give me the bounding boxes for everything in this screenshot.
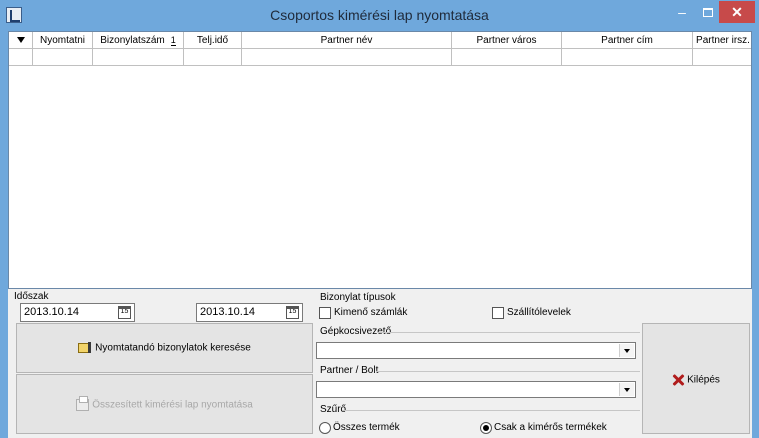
column-header-print[interactable]: Nyomtatni <box>33 32 93 49</box>
row-indicator-header[interactable] <box>9 32 33 49</box>
document-grid[interactable]: Nyomtatni Bizonylatszám 1 Telj.idő Partne… <box>8 31 752 289</box>
driver-select[interactable] <box>316 342 636 359</box>
delivery-notes-checkbox[interactable] <box>492 307 504 319</box>
table-cell[interactable] <box>33 49 93 66</box>
doc-types-label: Bizonylat típusok <box>320 292 396 303</box>
exit-label: Kilépés <box>687 374 720 386</box>
column-header-doc-number-label: Bizonylatszám <box>100 35 165 46</box>
column-header-fulfillment-date[interactable]: Telj.idő <box>184 32 242 49</box>
table-cell[interactable] <box>184 49 242 66</box>
table-cell[interactable] <box>693 49 751 66</box>
outgoing-invoices-checkbox[interactable] <box>319 307 331 319</box>
calendar-icon[interactable]: 15 <box>286 306 299 319</box>
calendar-icon[interactable]: 15 <box>118 306 131 319</box>
date-from-field[interactable]: 2013.10.14 15 <box>20 303 135 322</box>
print-summary-button[interactable]: Összesített kimérési lap nyomtatása <box>16 374 313 434</box>
divider <box>378 332 640 333</box>
search-icon <box>78 342 92 354</box>
sort-ascending-icon: 1 <box>170 35 176 46</box>
partner-label: Partner / Bolt <box>320 365 379 376</box>
row-indicator-cell <box>9 49 33 66</box>
column-header-partner-zip[interactable]: Partner irsz. <box>693 32 751 49</box>
grid-header: Nyomtatni Bizonylatszám 1 Telj.idő Partne… <box>9 32 751 49</box>
date-to-value: 2013.10.14 <box>200 306 256 318</box>
chevron-down-icon[interactable] <box>619 344 634 357</box>
divider <box>376 371 640 372</box>
grid-empty-area <box>9 67 751 288</box>
measured-products-label[interactable]: Csak a kimérős termékek <box>494 422 607 433</box>
window-title: Csoportos kimérési lap nyomtatása <box>270 7 489 23</box>
main-window: Csoportos kimérési lap nyomtatása – ✕ Ny… <box>0 0 759 438</box>
column-header-partner-name[interactable]: Partner név <box>242 32 452 49</box>
bottom-panel: Időszak 2013.10.14 15 2013.10.14 15 Bizo… <box>8 289 752 438</box>
partner-select[interactable] <box>316 381 636 398</box>
all-products-label[interactable]: Összes termék <box>333 422 400 433</box>
outgoing-invoices-label[interactable]: Kimenő számlák <box>334 307 407 318</box>
search-documents-label: Nyomtatandó bizonylatok keresése <box>95 342 251 354</box>
table-row[interactable] <box>9 49 751 66</box>
exit-button[interactable]: Kilépés <box>642 323 750 434</box>
title-bar: Csoportos kimérési lap nyomtatása – ✕ <box>0 0 759 31</box>
column-header-doc-number[interactable]: Bizonylatszám 1 <box>93 32 184 49</box>
table-cell[interactable] <box>242 49 452 66</box>
table-cell[interactable] <box>562 49 693 66</box>
measured-products-radio[interactable] <box>480 422 492 434</box>
dropdown-arrow-icon <box>16 37 25 44</box>
date-to-field[interactable]: 2013.10.14 15 <box>196 303 303 322</box>
close-button[interactable]: ✕ <box>719 1 755 23</box>
date-from-value: 2013.10.14 <box>24 306 80 318</box>
table-cell[interactable] <box>452 49 562 66</box>
column-header-partner-city[interactable]: Partner város <box>452 32 562 49</box>
maximize-icon <box>703 8 713 17</box>
all-products-radio[interactable] <box>319 422 331 434</box>
column-header-partner-address[interactable]: Partner cím <box>562 32 693 49</box>
search-documents-button[interactable]: Nyomtatandó bizonylatok keresése <box>16 323 313 373</box>
chevron-down-icon[interactable] <box>619 383 634 396</box>
printer-icon <box>76 396 90 411</box>
divider <box>342 410 640 411</box>
delivery-notes-label[interactable]: Szállítólevelek <box>507 307 571 318</box>
table-cell[interactable] <box>93 49 184 66</box>
close-icon <box>672 374 684 386</box>
period-label: Időszak <box>14 291 49 302</box>
print-summary-label: Összesített kimérési lap nyomtatása <box>92 399 253 411</box>
